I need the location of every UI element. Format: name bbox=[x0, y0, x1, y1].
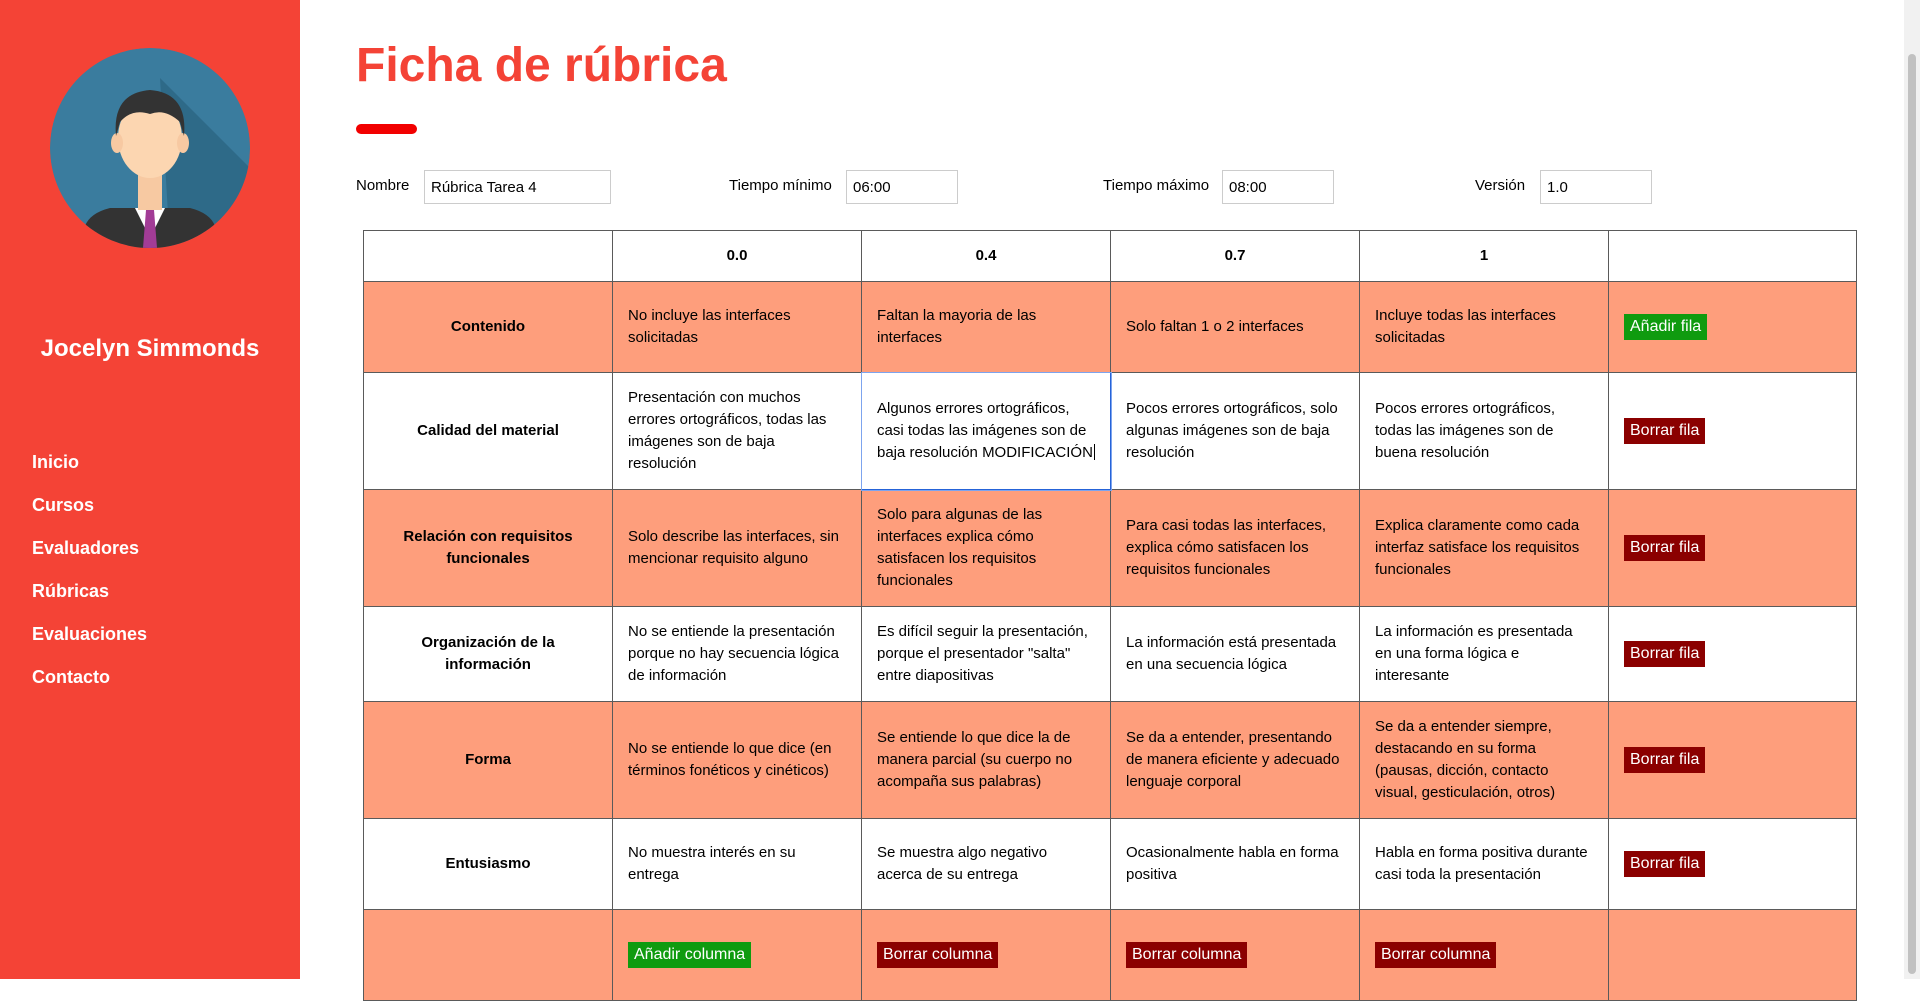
row-actions: Añadir fila bbox=[1608, 281, 1857, 373]
main-content: Ficha de rúbrica Nombre Tiempo mínimo Ti… bbox=[300, 0, 1904, 1001]
nav-item-evaluadores[interactable]: Evaluadores bbox=[32, 535, 147, 578]
criterion-cell[interactable]: Organización de la información bbox=[363, 606, 613, 702]
delete-row-button[interactable]: Borrar fila bbox=[1624, 747, 1706, 773]
tiempo-maximo-label: Tiempo máximo bbox=[1103, 177, 1210, 194]
descriptor-cell[interactable]: Solo faltan 1 o 2 interfaces bbox=[1110, 281, 1360, 373]
nav-item-cursos[interactable]: Cursos bbox=[32, 492, 147, 535]
level-header[interactable]: 0.7 bbox=[1110, 230, 1360, 282]
descriptor-cell[interactable]: Para casi todas las interfaces, explica … bbox=[1110, 489, 1360, 607]
descriptor-cell[interactable]: Solo describe las interfaces, sin mencio… bbox=[612, 489, 862, 607]
tiempo-maximo-input[interactable] bbox=[1222, 170, 1334, 204]
descriptor-cell[interactable]: Pocos errores ortográficos, todas las im… bbox=[1359, 372, 1609, 490]
sidebar-nav: Inicio Cursos Evaluadores Rúbricas Evalu… bbox=[32, 449, 147, 707]
delete-row-button[interactable]: Borrar fila bbox=[1624, 851, 1706, 877]
nav-item-evaluaciones[interactable]: Evaluaciones bbox=[32, 621, 147, 664]
descriptor-cell[interactable]: Se muestra algo negativo acerca de su en… bbox=[861, 818, 1111, 910]
descriptor-cell[interactable]: La información es presentada en una form… bbox=[1359, 606, 1609, 702]
table-row: Contenido No incluye las interfaces soli… bbox=[363, 281, 1857, 373]
add-row-button[interactable]: Añadir fila bbox=[1624, 314, 1708, 340]
table-row: Calidad del material Presentación con mu… bbox=[363, 371, 1857, 491]
nombre-label: Nombre bbox=[356, 177, 410, 194]
descriptor-cell[interactable]: No incluye las interfaces solicitadas bbox=[612, 281, 862, 373]
delete-column-button[interactable]: Borrar columna bbox=[1126, 942, 1248, 968]
descriptor-cell[interactable]: Es difícil seguir la presentación, porqu… bbox=[861, 606, 1111, 702]
descriptor-cell[interactable]: Explica claramente como cada interfaz sa… bbox=[1359, 489, 1609, 607]
user-name: Jocelyn Simmonds bbox=[40, 335, 260, 362]
add-column-button[interactable]: Añadir columna bbox=[628, 942, 752, 968]
delete-column-button[interactable]: Borrar columna bbox=[1375, 942, 1497, 968]
row-actions: Borrar fila bbox=[1608, 818, 1857, 910]
delete-row-button[interactable]: Borrar fila bbox=[1624, 418, 1706, 444]
descriptor-cell[interactable]: No muestra interés en su entrega bbox=[612, 818, 862, 910]
delete-column-button[interactable]: Borrar columna bbox=[877, 942, 999, 968]
column-actions: Borrar columna bbox=[1359, 909, 1609, 1001]
descriptor-cell[interactable]: La información está presentada en una se… bbox=[1110, 606, 1360, 702]
row-actions: Borrar fila bbox=[1608, 701, 1857, 819]
descriptor-cell[interactable]: Se da a entender, presentando de manera … bbox=[1110, 701, 1360, 819]
column-actions: Borrar columna bbox=[861, 909, 1111, 1001]
sidebar: Jocelyn Simmonds Inicio Cursos Evaluador… bbox=[0, 0, 300, 979]
criterion-cell[interactable]: Entusiasmo bbox=[363, 818, 613, 910]
version-label: Versión bbox=[1475, 177, 1526, 194]
row-actions: Borrar fila bbox=[1608, 372, 1857, 490]
tiempo-minimo-input[interactable] bbox=[846, 170, 958, 204]
column-actions-end bbox=[1608, 909, 1857, 1001]
nav-item-contacto[interactable]: Contacto bbox=[32, 664, 147, 707]
level-header[interactable]: 1 bbox=[1359, 230, 1609, 282]
title-underline bbox=[356, 124, 417, 134]
column-actions-corner bbox=[363, 909, 613, 1001]
header-actions bbox=[1608, 230, 1857, 282]
row-actions: Borrar fila bbox=[1608, 606, 1857, 702]
tiempo-minimo-label: Tiempo mínimo bbox=[729, 177, 832, 194]
descriptor-cell-editing[interactable]: Algunos errores ortográficos, casi todas… bbox=[860, 371, 1112, 491]
table-row: Organización de la información No se ent… bbox=[363, 606, 1857, 702]
descriptor-cell[interactable]: Se da a entender siempre, destacando en … bbox=[1359, 701, 1609, 819]
table-row: Relación con requisitos funcionales Solo… bbox=[363, 489, 1857, 607]
descriptor-text: Algunos errores ortográficos, casi todas… bbox=[877, 400, 1093, 461]
row-actions: Borrar fila bbox=[1608, 489, 1857, 607]
descriptor-cell[interactable]: Faltan la mayoria de las interfaces bbox=[861, 281, 1111, 373]
table-row: Entusiasmo No muestra interés en su entr… bbox=[363, 818, 1857, 910]
descriptor-cell[interactable]: Pocos errores ortográficos, solo algunas… bbox=[1110, 372, 1360, 490]
criterion-cell[interactable]: Contenido bbox=[363, 281, 613, 373]
descriptor-cell[interactable]: Solo para algunas de las interfaces expl… bbox=[861, 489, 1111, 607]
criterion-cell[interactable]: Relación con requisitos funcionales bbox=[363, 489, 613, 607]
user-avatar-icon bbox=[50, 48, 250, 248]
level-header[interactable]: 0.4 bbox=[861, 230, 1111, 282]
delete-row-button[interactable]: Borrar fila bbox=[1624, 535, 1706, 561]
descriptor-cell[interactable]: No se entiende la presentación porque no… bbox=[612, 606, 862, 702]
delete-row-button[interactable]: Borrar fila bbox=[1624, 641, 1706, 667]
table-row: Forma No se entiende lo que dice (en tér… bbox=[363, 701, 1857, 819]
column-actions: Borrar columna bbox=[1110, 909, 1360, 1001]
page-title: Ficha de rúbrica bbox=[356, 39, 727, 92]
nombre-input[interactable] bbox=[424, 170, 611, 204]
criterion-cell[interactable]: Calidad del material bbox=[363, 372, 613, 490]
vertical-scrollbar[interactable] bbox=[1904, 0, 1920, 979]
criterion-cell[interactable]: Forma bbox=[363, 701, 613, 819]
column-actions: Añadir columna bbox=[612, 909, 862, 1001]
column-actions-row: Añadir columna Borrar columna Borrar col… bbox=[363, 909, 1857, 1001]
header-corner bbox=[363, 230, 613, 282]
descriptor-cell[interactable]: Incluye todas las interfaces solicitadas bbox=[1359, 281, 1609, 373]
version-input[interactable] bbox=[1540, 170, 1652, 204]
text-caret bbox=[1093, 444, 1095, 460]
descriptor-cell[interactable]: Habla en forma positiva durante casi tod… bbox=[1359, 818, 1609, 910]
descriptor-cell[interactable]: No se entiende lo que dice (en términos … bbox=[612, 701, 862, 819]
descriptor-cell[interactable]: Ocasionalmente habla en forma positiva bbox=[1110, 818, 1360, 910]
descriptor-cell[interactable]: Presentación con muchos errores ortográf… bbox=[612, 372, 862, 490]
header-row: 0.0 0.4 0.7 1 bbox=[363, 230, 1857, 282]
nav-item-inicio[interactable]: Inicio bbox=[32, 449, 147, 492]
scrollbar-thumb[interactable] bbox=[1908, 54, 1916, 974]
nav-item-rubricas[interactable]: Rúbricas bbox=[32, 578, 147, 621]
level-header[interactable]: 0.0 bbox=[612, 230, 862, 282]
descriptor-cell[interactable]: Se entiende lo que dice la de manera par… bbox=[861, 701, 1111, 819]
rubric-table: 0.0 0.4 0.7 1 Contenido No incluye las i… bbox=[363, 230, 1857, 1001]
